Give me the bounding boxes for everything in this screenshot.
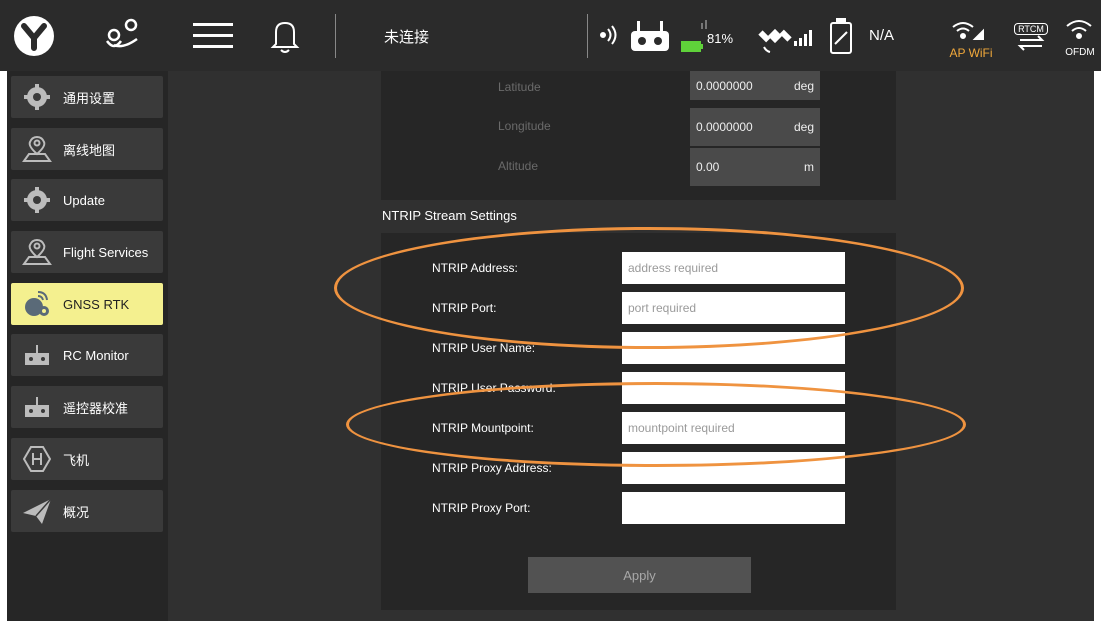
longitude-field[interactable]: 0.0000000 deg xyxy=(690,108,820,146)
sidebar-item-general-settings[interactable]: 通用设置 xyxy=(11,76,163,118)
route-plan-icon[interactable] xyxy=(102,14,144,56)
ntrip-proxy-port-input[interactable] xyxy=(622,492,845,524)
map-pin-icon xyxy=(21,135,53,163)
sidebar-item-label: Flight Services xyxy=(63,244,149,260)
sidebar-item-flight-services[interactable]: Flight Services xyxy=(11,231,163,273)
latitude-field[interactable]: 0.0000000 deg xyxy=(690,71,820,100)
sidebar-item-gnss-rtk[interactable]: GNSS RTK xyxy=(11,283,163,325)
sidebar-item-overview[interactable]: 概况 xyxy=(11,490,163,532)
sidebar-item-label: 概况 xyxy=(63,504,90,520)
signal-wave-icon xyxy=(596,22,622,48)
top-toolbar: 未连接 81% N/A AP WiFi RTCM OFDM xyxy=(0,0,1101,71)
sidebar-item-offline-map[interactable]: 离线地图 xyxy=(11,128,163,170)
gear-icon xyxy=(21,186,53,214)
sidebar-item-rc-monitor[interactable]: RC Monitor xyxy=(11,334,163,376)
rtcm-label: RTCM xyxy=(1014,23,1048,35)
altitude-unit: m xyxy=(804,160,814,174)
sidebar-item-aircraft[interactable]: 飞机 xyxy=(11,438,163,480)
sidebar-item-label: RC Monitor xyxy=(63,347,129,363)
sidebar-item-label: Update xyxy=(63,192,105,208)
apply-button[interactable]: Apply xyxy=(528,557,751,593)
app-logo-icon[interactable] xyxy=(10,12,58,60)
longitude-value: 0.0000000 xyxy=(696,120,753,134)
latitude-value: 0.0000000 xyxy=(696,78,753,93)
transfer-arrows-icon xyxy=(1017,35,1045,51)
bell-icon[interactable] xyxy=(268,16,302,56)
right-edge xyxy=(1094,71,1101,621)
wifi-label: AP WiFi xyxy=(949,46,993,60)
controller-icon xyxy=(21,341,53,369)
longitude-label: Longitude xyxy=(498,119,551,133)
paper-plane-icon xyxy=(21,497,53,525)
satellite-icon xyxy=(21,290,53,318)
battery-percent: 81% xyxy=(707,30,734,46)
sidebar-item-label: 离线地图 xyxy=(63,142,116,158)
latitude-unit: deg xyxy=(793,78,814,93)
toolbar-divider xyxy=(587,14,588,58)
ofdm-wifi-icon xyxy=(1062,18,1096,40)
ntrip-proxy-port-label: NTRIP Proxy Port: xyxy=(432,501,531,515)
sidebar-item-label: 飞机 xyxy=(63,452,90,468)
hexagon-h-icon xyxy=(21,445,53,473)
gear-icon xyxy=(21,83,53,111)
sidebar-item-label: 遥控器校准 xyxy=(63,400,129,416)
gps-value: N/A xyxy=(869,26,895,44)
remote-controller-icon xyxy=(628,18,672,54)
latitude-label: Latitude xyxy=(498,80,541,94)
menu-icon[interactable] xyxy=(190,18,236,54)
ofdm-label: OFDM xyxy=(1065,46,1095,58)
altitude-field[interactable]: 0.00 m xyxy=(690,148,820,186)
sidebar-item-label: 通用设置 xyxy=(63,90,116,106)
annotation-ellipse-mountpoint xyxy=(346,382,966,467)
map-pin-icon xyxy=(21,238,53,266)
satellite-icon xyxy=(755,16,795,56)
annotation-ellipse-address-port xyxy=(334,227,964,349)
longitude-unit: deg xyxy=(793,120,814,134)
ntrip-section-title: NTRIP Stream Settings xyxy=(382,208,517,223)
toolbar-divider xyxy=(335,14,336,58)
wifi-icon xyxy=(950,18,986,42)
controller-icon xyxy=(21,393,53,421)
aircraft-battery-icon xyxy=(826,17,856,57)
sidebar-item-update[interactable]: Update xyxy=(11,179,163,221)
connection-status: 未连接 xyxy=(384,28,430,46)
altitude-value: 0.00 xyxy=(696,160,720,174)
rtcm-badge: RTCM xyxy=(1012,16,1050,58)
gps-signal-bars-icon xyxy=(792,28,814,48)
altitude-label: Altitude xyxy=(498,159,539,173)
sidebar-item-label: GNSS RTK xyxy=(63,296,130,312)
sidebar-item-rc-calibration[interactable]: 遥控器校准 xyxy=(11,386,163,428)
